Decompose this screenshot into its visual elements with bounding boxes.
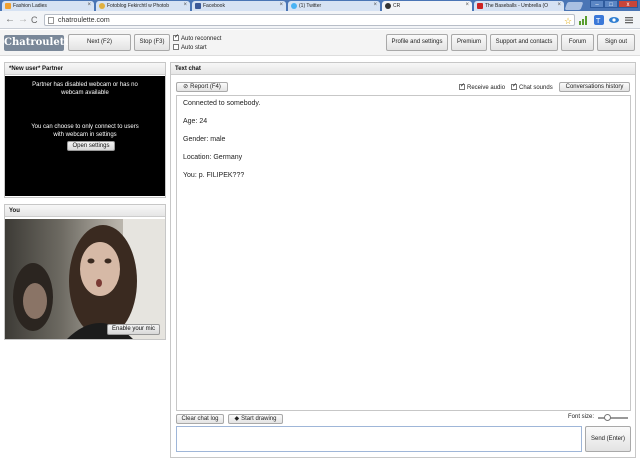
url-text: chatroulette.com [58, 17, 110, 24]
support-contacts-button[interactable]: Support and contacts [490, 34, 558, 51]
next-button[interactable]: Next (F2) [68, 34, 131, 51]
tab-title: Facebook [203, 3, 225, 9]
checkbox-unchecked[interactable] [173, 44, 179, 50]
browser-tab-facebook[interactable]: Facebook × [192, 1, 286, 11]
auto-start-checkbox[interactable]: Auto start [173, 44, 207, 51]
minimize-button[interactable]: – [590, 0, 604, 8]
profile-settings-button[interactable]: Profile and settings [386, 34, 448, 51]
tab-title: Fotoblog Fekirchtl w Photob [107, 3, 169, 9]
chat-sounds-checkbox[interactable]: Chat sounds [511, 82, 553, 91]
tab-close-icon[interactable]: × [373, 2, 377, 8]
enable-mic-button[interactable]: Enable your mic [107, 324, 160, 335]
chat-message: Age: 24 [183, 118, 208, 125]
tab-title: Fashion Ladies [13, 3, 47, 9]
chat-message: Gender: male [183, 136, 226, 143]
sign-out-button[interactable]: Sign out [597, 34, 635, 51]
address-bar[interactable]: chatroulette.com [44, 14, 575, 26]
translate-extension-icon[interactable]: T [594, 15, 604, 25]
webcam-settings-hint: You can choose to only connect to users … [31, 124, 139, 138]
eye-extension-icon[interactable] [609, 15, 619, 25]
page-icon [48, 17, 54, 24]
font-size-slider-knob[interactable] [603, 414, 611, 421]
you-panel-title: You [5, 205, 165, 217]
receive-audio-label: Receive audio [467, 85, 506, 91]
drawing-diamond-icon: ◆ [234, 416, 240, 422]
browser-tab-fashion-ladies[interactable]: Fashion Ladies × [2, 1, 94, 11]
send-button[interactable]: Send (Enter) [585, 426, 631, 452]
chat-message: Connected to somebody. [183, 100, 261, 107]
stop-button[interactable]: Stop (F3) [134, 34, 170, 51]
chatroulette-favicon-icon [385, 3, 391, 9]
tab-close-icon[interactable]: × [87, 2, 91, 8]
tab-close-icon[interactable]: × [465, 2, 469, 8]
fotoblog-favicon-icon [99, 3, 105, 9]
twitter-favicon-icon [291, 3, 297, 9]
tab-title: (1) Twitter [299, 3, 322, 9]
font-size-slider[interactable] [598, 414, 628, 421]
browser-tab-youtube[interactable]: The Baseballs - Umbrella (O × [474, 1, 564, 11]
browser-tabstrip: Fashion Ladies × Fotoblog Fekirchtl w Ph… [0, 0, 640, 11]
reload-icon[interactable]: C [31, 14, 38, 26]
browser-tab-cr[interactable]: CR × [382, 1, 472, 11]
maximize-button[interactable]: □ [604, 0, 618, 8]
report-button[interactable]: ⊘ Report (F4) [176, 82, 228, 92]
chat-message: Location: Germany [183, 154, 243, 161]
svg-text:T: T [595, 17, 601, 25]
report-label: Report (F4) [190, 84, 221, 90]
auto-reconnect-label: Auto reconnect [181, 36, 222, 42]
tab-title: The Baseballs - Umbrella (O [485, 3, 549, 9]
checkbox-checked[interactable] [173, 33, 179, 41]
tab-close-icon[interactable]: × [279, 2, 283, 8]
tab-title: CR [393, 3, 401, 9]
chat-log[interactable]: Connected to somebody. Age: 24 Gender: m… [176, 95, 631, 411]
start-drawing-label: Start drawing [241, 416, 277, 422]
forward-arrow-icon[interactable]: → [18, 14, 28, 26]
own-webcam-video [5, 219, 165, 339]
chatroulette-logo[interactable]: Chatroulette [4, 35, 75, 51]
youtube-favicon-icon [477, 3, 483, 9]
browser-tab-twitter[interactable]: (1) Twitter × [288, 1, 380, 11]
receive-audio-checkbox[interactable]: Receive audio [459, 82, 506, 91]
wrench-menu-icon[interactable] [624, 15, 634, 25]
new-tab-button[interactable] [564, 2, 584, 10]
browser-toolbar: ← → C chatroulette.com ☆ T [0, 11, 640, 29]
bookmark-star-icon[interactable]: ☆ [563, 16, 573, 26]
clear-chat-log-button[interactable]: Clear chat log [176, 414, 224, 424]
signal-bars-icon[interactable] [579, 15, 589, 25]
open-settings-button[interactable]: Open settings [67, 141, 115, 151]
checkbox-checked[interactable] [511, 82, 517, 90]
facebook-favicon-icon [195, 3, 201, 9]
tab-close-icon[interactable]: × [183, 2, 187, 8]
back-arrow-icon[interactable]: ← [5, 14, 15, 26]
report-circle-icon: ⊘ [183, 84, 189, 90]
auto-reconnect-checkbox[interactable]: Auto reconnect [173, 33, 222, 42]
text-chat-title: Text chat [171, 63, 635, 75]
chat-message: You: p. FILIPEK??? [183, 172, 245, 179]
chat-message-input[interactable] [176, 426, 582, 452]
checkbox-checked[interactable] [459, 82, 465, 90]
webcam-disabled-message: Partner has disabled webcam or has no we… [32, 82, 138, 96]
close-window-button[interactable]: x [618, 0, 638, 8]
premium-button[interactable]: Premium [451, 34, 487, 51]
chat-sounds-label: Chat sounds [519, 85, 553, 91]
fashion-favicon-icon [5, 3, 11, 9]
conversations-history-button[interactable]: Conversations history [559, 82, 630, 92]
forum-button[interactable]: Forum [561, 34, 594, 51]
partner-video: Partner has disabled webcam or has no we… [5, 76, 165, 196]
tab-close-icon[interactable]: × [557, 2, 561, 8]
webcam-image [13, 219, 165, 339]
auto-start-label: Auto start [181, 45, 207, 51]
start-drawing-button[interactable]: ◆ Start drawing [228, 414, 283, 424]
browser-tab-fotoblog[interactable]: Fotoblog Fekirchtl w Photob × [96, 1, 190, 11]
partner-panel-title: *New user* Partner [5, 63, 165, 75]
font-size-label: Font size: [568, 414, 595, 420]
